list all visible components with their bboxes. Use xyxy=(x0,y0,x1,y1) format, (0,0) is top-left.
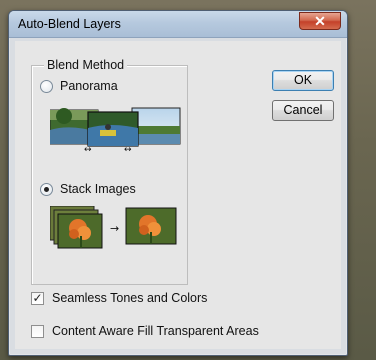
blend-method-legend: Blend Method xyxy=(44,58,128,72)
svg-text:→: → xyxy=(110,222,119,235)
title-bar[interactable]: Auto-Blend Layers ✕ xyxy=(9,11,347,38)
dialog-body: Blend Method Panorama ↔ ↔ Stack Images →… xyxy=(15,41,341,349)
panorama-label: Panorama xyxy=(60,79,118,93)
ok-button[interactable]: OK xyxy=(272,70,334,91)
stack-images-label: Stack Images xyxy=(60,182,136,196)
blend-method-group: Blend Method Panorama ↔ ↔ Stack Images → xyxy=(31,58,188,285)
stack-images-radio[interactable] xyxy=(40,182,53,196)
svg-text:↔: ↔ xyxy=(84,145,92,152)
dialog-title: Auto-Blend Layers xyxy=(18,17,121,31)
stack-images-option[interactable]: Stack Images xyxy=(40,182,136,196)
panorama-preview-icon: ↔ ↔ xyxy=(49,106,182,155)
content-aware-fill-checkbox[interactable] xyxy=(31,324,44,338)
panorama-option[interactable]: Panorama xyxy=(40,79,118,93)
seamless-tones-option[interactable]: ✓ Seamless Tones and Colors xyxy=(31,291,207,305)
svg-text:↔: ↔ xyxy=(124,145,132,152)
auto-blend-dialog: Auto-Blend Layers ✕ Blend Method Panoram… xyxy=(8,10,348,356)
seamless-tones-checkbox[interactable]: ✓ xyxy=(31,291,44,305)
close-button[interactable]: ✕ xyxy=(299,12,341,30)
seamless-tones-label: Seamless Tones and Colors xyxy=(52,291,208,305)
cancel-button[interactable]: Cancel xyxy=(272,100,334,121)
panorama-radio[interactable] xyxy=(40,79,53,93)
content-aware-fill-label: Content Aware Fill Transparent Areas xyxy=(52,324,259,338)
content-aware-fill-option[interactable]: Content Aware Fill Transparent Areas xyxy=(31,324,259,338)
stack-preview-icon: → xyxy=(49,205,182,256)
